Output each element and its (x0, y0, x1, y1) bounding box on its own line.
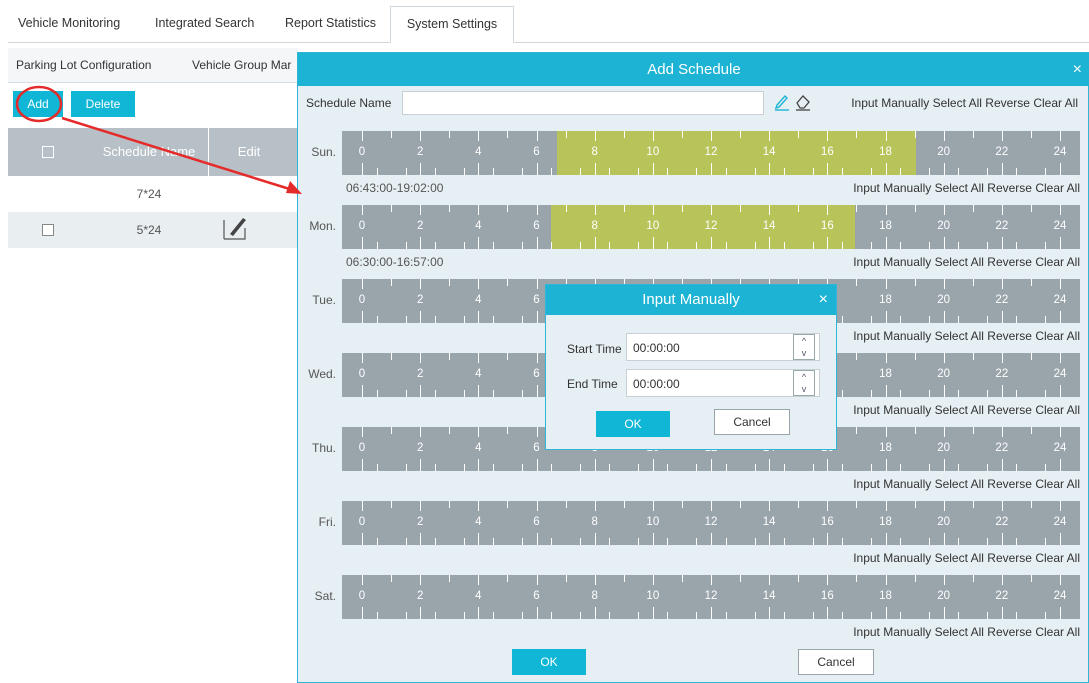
annotation-arrow-line (61, 116, 297, 193)
annotation-overlay (15, 85, 302, 194)
annotation-circle (15, 85, 63, 123)
annotation-arrow-head (286, 181, 302, 194)
